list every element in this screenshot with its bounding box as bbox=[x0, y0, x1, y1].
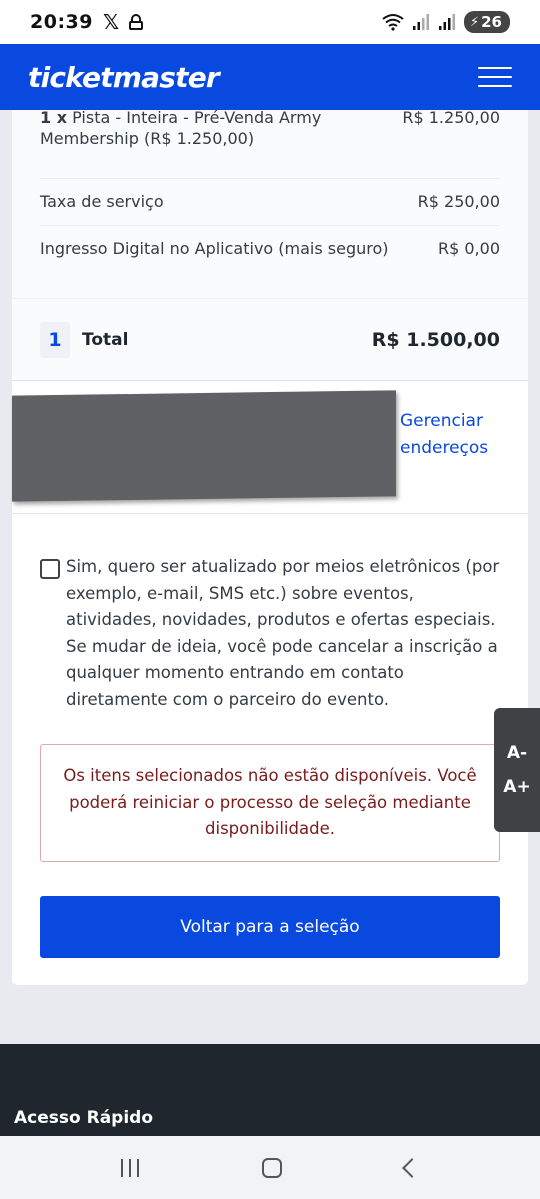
digital-ticket-line: Ingresso Digital no Aplicativo (mais seg… bbox=[40, 238, 500, 259]
fee-label: Taxa de serviço bbox=[40, 192, 164, 211]
signal-icon-2 bbox=[438, 14, 455, 30]
ticket-amount: R$ 1.250,00 bbox=[402, 108, 500, 127]
recent-apps-icon[interactable] bbox=[121, 1158, 140, 1177]
total-row: 1 Total R$ 1.500,00 bbox=[40, 322, 500, 358]
total-label: Total bbox=[82, 330, 129, 350]
divider bbox=[40, 178, 500, 179]
system-nav-bar bbox=[0, 1136, 540, 1199]
battery-level: 26 bbox=[481, 13, 502, 31]
total-amount: R$ 1.500,00 bbox=[371, 329, 500, 351]
font-size-widget: A- A+ bbox=[494, 708, 540, 832]
ticket-qty: 1 x bbox=[40, 108, 68, 127]
site-footer: Acesso Rápido bbox=[0, 1044, 540, 1136]
increase-font-button[interactable]: A+ bbox=[503, 777, 530, 797]
order-summary-card: 1 x Pista - Inteira - Pré-Venda Army Mem… bbox=[12, 107, 528, 985]
wifi-icon bbox=[382, 14, 404, 31]
ticket-line: 1 x Pista - Inteira - Pré-Venda Army Mem… bbox=[40, 107, 500, 149]
redacted-address-block bbox=[12, 390, 396, 502]
divider bbox=[40, 225, 500, 226]
manage-addresses-link[interactable]: Gerenciar endereços bbox=[400, 408, 500, 462]
ticket-description: Pista - Inteira - Pré-Venda Army Members… bbox=[40, 108, 322, 148]
site-header: ticketmaster bbox=[0, 44, 540, 110]
home-icon[interactable] bbox=[261, 1157, 282, 1178]
menu-icon[interactable] bbox=[478, 67, 512, 87]
fee-line: Taxa de serviço R$ 250,00 bbox=[40, 191, 500, 212]
unavailable-message: Os itens selecionados não estão disponív… bbox=[63, 766, 477, 839]
consent-checkbox[interactable] bbox=[40, 559, 60, 579]
consent-text: Sim, quero ser atualizado por meios elet… bbox=[66, 557, 500, 709]
ticketmaster-logo[interactable]: ticketmaster bbox=[28, 61, 220, 94]
back-icon[interactable] bbox=[401, 1157, 422, 1178]
fee-amount: R$ 250,00 bbox=[417, 192, 500, 211]
quick-access-title: Acesso Rápido bbox=[14, 1108, 154, 1128]
total-quantity-badge: 1 bbox=[40, 322, 70, 358]
status-bar: 20:39 𝕏 ⚡ 26 bbox=[0, 0, 540, 44]
unavailable-alert: Os itens selecionados não estão disponív… bbox=[40, 744, 500, 862]
signal-icon bbox=[412, 14, 429, 30]
decrease-font-button[interactable]: A- bbox=[507, 743, 527, 763]
divider bbox=[12, 298, 528, 299]
divider bbox=[12, 513, 528, 514]
digital-ticket-label: Ingresso Digital no Aplicativo (mais seg… bbox=[40, 239, 389, 258]
battery-indicator: ⚡ 26 bbox=[463, 11, 510, 33]
marketing-consent: Sim, quero ser atualizado por meios elet… bbox=[40, 554, 506, 713]
charging-icon: ⚡ bbox=[469, 14, 480, 30]
digital-ticket-amount: R$ 0,00 bbox=[437, 239, 500, 258]
status-time: 20:39 bbox=[30, 11, 93, 33]
x-app-icon: 𝕏 bbox=[102, 10, 120, 34]
divider bbox=[12, 380, 528, 381]
back-to-selection-button[interactable]: Voltar para a seleção bbox=[40, 896, 500, 958]
lock-icon bbox=[129, 14, 144, 30]
